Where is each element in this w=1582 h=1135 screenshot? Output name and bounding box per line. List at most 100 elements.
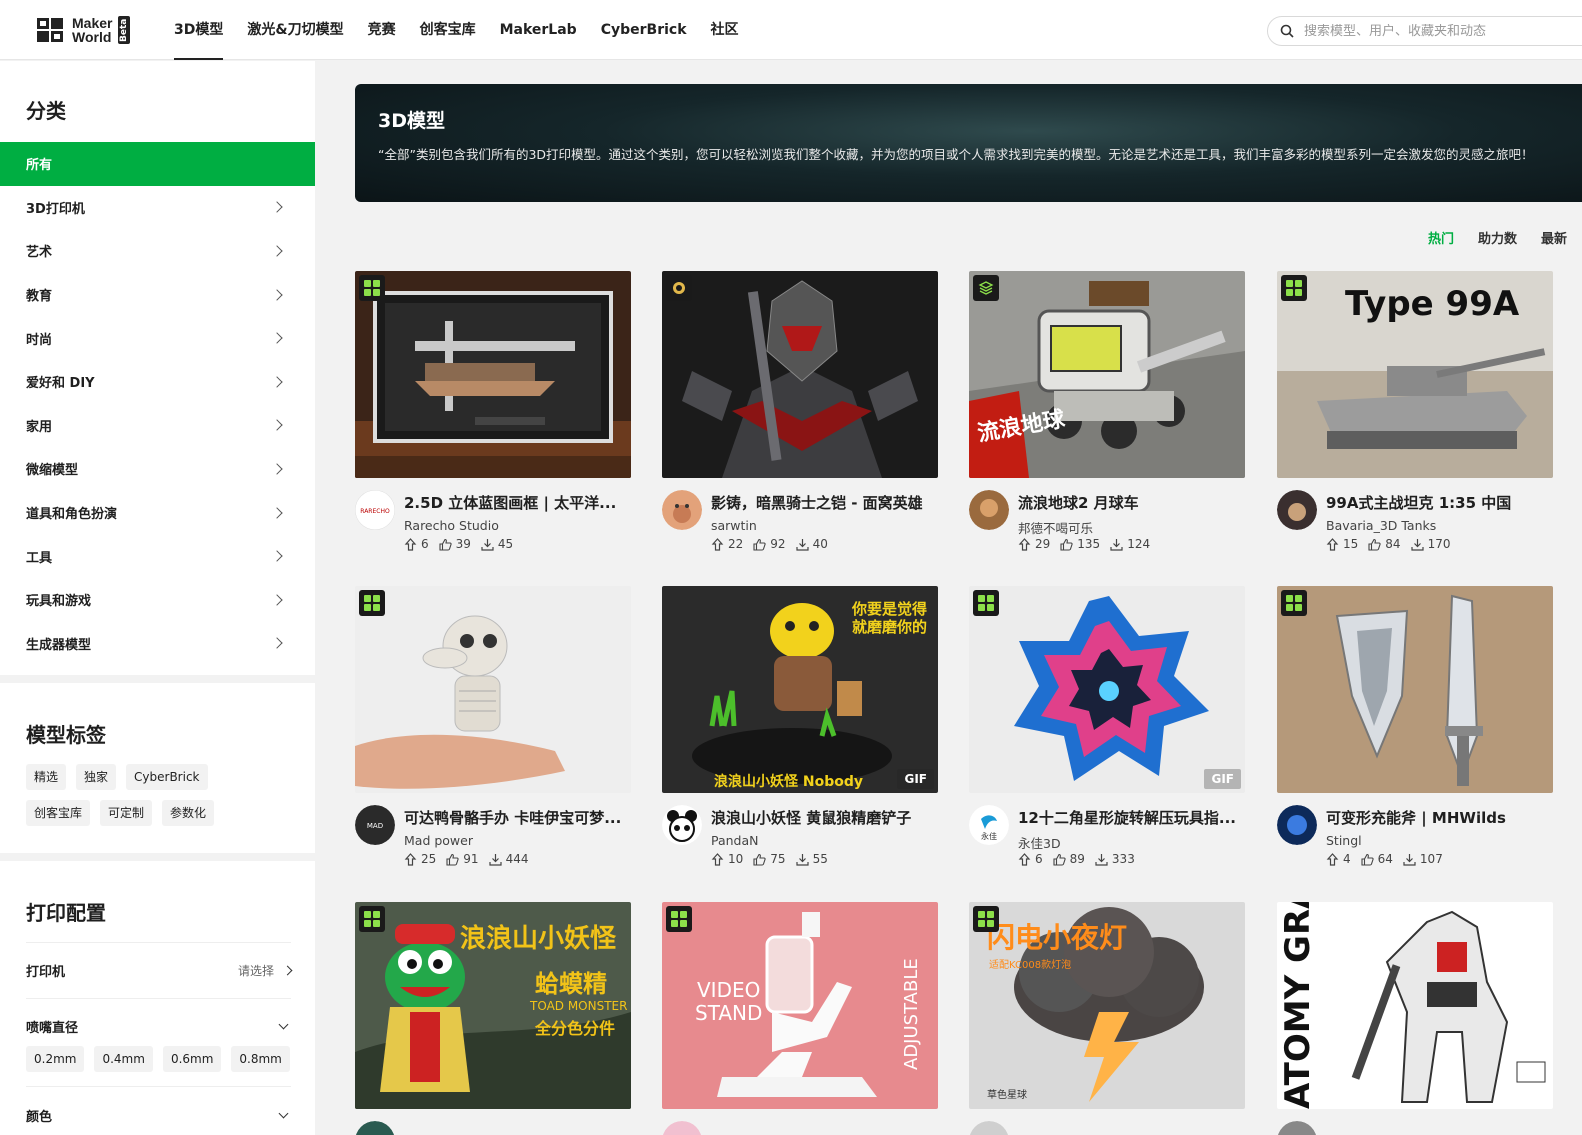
nozzle-0-4[interactable]: 0.4mm [94, 1046, 153, 1072]
category-item-hobby-diy[interactable]: 爱好和 DIY [0, 360, 315, 404]
model-thumbnail[interactable]: 你要是觉得 就磨磨你的 浪浪山小妖怪 Nobody GIF [662, 586, 938, 793]
model-card[interactable]: 你要是觉得 就磨磨你的 浪浪山小妖怪 Nobody GIF 浪浪山小妖怪 黄鼠狼… [662, 586, 938, 866]
category-item-art[interactable]: 艺术 [0, 229, 315, 273]
model-author[interactable]: 永佳3D [1018, 833, 1061, 852]
model-thumbnail[interactable] [662, 271, 938, 478]
avatar[interactable] [969, 1121, 1009, 1135]
avatar[interactable]: RARECHO [355, 490, 395, 530]
nozzle-0-2[interactable]: 0.2mm [26, 1046, 85, 1072]
sort-popular[interactable]: 热门 [1428, 228, 1454, 247]
weasel-monster-image: 你要是觉得 就磨磨你的 浪浪山小妖怪 Nobody [662, 586, 938, 793]
color-toggle[interactable]: 颜色 [26, 1087, 291, 1135]
nav-cyberbrick[interactable]: CyberBrick [601, 0, 687, 60]
model-author[interactable]: Bavaria_3D Tanks [1326, 518, 1436, 533]
download-count: 124 [1127, 537, 1151, 551]
model-title[interactable]: 12十二角星形旋转解压玩具指... [1018, 807, 1245, 828]
model-title[interactable]: 2.5D 立体蓝图画框 | 太平洋... [404, 492, 631, 513]
category-item-props-cosplay[interactable]: 道具和角色扮演 [0, 491, 315, 535]
model-author[interactable]: Rarecho Studio [404, 518, 499, 533]
category-item-household[interactable]: 家用 [0, 404, 315, 448]
tag-featured[interactable]: 精选 [26, 764, 67, 790]
model-author[interactable]: sarwtin [711, 518, 757, 533]
model-title[interactable]: 可达鸭骨骼手办 卡哇伊宝可梦... [404, 807, 631, 828]
model-author[interactable]: Stingl [1326, 833, 1362, 848]
model-thumbnail[interactable] [1277, 586, 1553, 793]
model-card[interactable]: 可变形充能斧 | MHWilds Stingl 4 64 107 [1277, 586, 1553, 866]
model-thumbnail[interactable] [355, 586, 631, 793]
model-thumbnail[interactable]: 浪浪山小妖怪 蛤蟆精 TOAD MONSTER 全分色分件 [355, 902, 631, 1109]
nozzle-0-8[interactable]: 0.8mm [231, 1046, 290, 1072]
model-author[interactable]: PandaN [711, 833, 759, 848]
avatar[interactable] [662, 805, 702, 845]
tank-label: Type 99A [1345, 284, 1520, 324]
like-count: 75 [770, 852, 786, 866]
avatar[interactable] [969, 490, 1009, 530]
avatar[interactable] [1277, 805, 1317, 845]
model-thumbnail[interactable]: GIF [969, 586, 1245, 793]
model-title[interactable]: 99A式主战坦克 1:35 中国 [1326, 492, 1553, 513]
avatar[interactable] [1277, 1121, 1317, 1135]
model-thumbnail[interactable]: Type 99A [1277, 271, 1553, 478]
tag-customizable[interactable]: 可定制 [100, 800, 153, 826]
avatar[interactable] [662, 1121, 702, 1135]
model-card[interactable]: Type 99A 99A式主战坦克 1:35 中国 Bavaria_3D Tan… [1277, 271, 1553, 551]
model-thumbnail[interactable]: 流浪地球 [969, 271, 1245, 478]
category-item-all[interactable]: 所有 [0, 142, 315, 186]
nav-contests[interactable]: 竞赛 [368, 0, 396, 60]
nav-maker-treasury[interactable]: 创客宝库 [420, 0, 476, 60]
nav-3d-models[interactable]: 3D模型 [174, 0, 224, 60]
search-box[interactable] [1267, 16, 1582, 46]
category-item-generators[interactable]: 生成器模型 [0, 622, 315, 666]
avatar[interactable]: MAD [355, 805, 395, 845]
category-item-education[interactable]: 教育 [0, 273, 315, 317]
sort-boosts[interactable]: 助力数 [1478, 228, 1517, 247]
nozzle-0-6[interactable]: 0.6mm [162, 1046, 222, 1072]
model-thumbnail[interactable] [355, 271, 631, 478]
model-card[interactable]: 闪电小夜灯 适配KC008款灯泡 草色星球 [969, 902, 1245, 1135]
tag-maker-treasury[interactable]: 创客宝库 [26, 800, 91, 826]
model-title[interactable]: 可变形充能斧 | MHWilds [1326, 807, 1553, 828]
avatar[interactable] [1277, 490, 1317, 530]
avatar[interactable] [355, 1121, 395, 1135]
model-card[interactable]: MAD 可达鸭骨骼手办 卡哇伊宝可梦... Mad power 25 91 44… [355, 586, 631, 866]
model-thumbnail[interactable]: ATOMY GRADE M [1277, 902, 1553, 1109]
tag-cyberbrick[interactable]: CyberBrick [126, 764, 208, 790]
printer-select[interactable]: 打印机 请选择 [26, 942, 293, 998]
category-item-3d-printers[interactable]: 3D打印机 [0, 186, 315, 230]
tag-parametric[interactable]: 参数化 [162, 800, 215, 826]
model-card[interactable]: VIDEO STAND ADJUSTABLE [662, 902, 938, 1135]
category-item-miniatures[interactable]: 微缩模型 [0, 447, 315, 491]
category-item-fashion[interactable]: 时尚 [0, 316, 315, 360]
model-author[interactable]: Mad power [404, 833, 473, 848]
model-card[interactable]: RARECHO 2.5D 立体蓝图画框 | 太平洋... Rarecho Stu… [355, 271, 631, 551]
model-title[interactable]: 浪浪山小妖怪 黄鼠狼精磨铲子 [711, 807, 938, 828]
chevron-right-icon [271, 550, 283, 562]
model-card[interactable]: 浪浪山小妖怪 蛤蟆精 TOAD MONSTER 全分色分件 [355, 902, 631, 1135]
logo-line1: Maker [72, 15, 113, 31]
model-card[interactable]: GIF 永佳 12十二角星形旋转解压玩具指... 永佳3D 6 89 333 [969, 586, 1245, 866]
avatar[interactable] [662, 490, 702, 530]
sort-newest[interactable]: 最新 [1541, 228, 1567, 247]
badge-icon [666, 906, 692, 932]
model-card[interactable]: 流浪地球 流浪地球2 月球车 邦德不喝可乐 29 135 124 [969, 271, 1245, 551]
avatar[interactable]: 永佳 [969, 805, 1009, 845]
model-title[interactable]: 影铸，暗黑骑士之铠 - 面窝英雄 [711, 492, 938, 513]
model-thumbnail[interactable]: 闪电小夜灯 适配KC008款灯泡 草色星球 [969, 902, 1245, 1109]
model-thumbnail[interactable]: VIDEO STAND ADJUSTABLE [662, 902, 938, 1109]
model-card[interactable]: 影铸，暗黑骑士之铠 - 面窝英雄 sarwtin 22 92 40 [662, 271, 938, 551]
search-input[interactable] [1304, 23, 1564, 39]
nav-laser-models[interactable]: 激光&刀切模型 [247, 0, 343, 60]
category-item-tools[interactable]: 工具 [0, 534, 315, 578]
chevron-right-icon [271, 245, 283, 257]
makerworld-logo[interactable]: Maker World Beta [36, 14, 131, 46]
model-title[interactable]: 流浪地球2 月球车 [1018, 492, 1245, 513]
thumbs-up-icon [1060, 538, 1073, 551]
nav-community[interactable]: 社区 [711, 0, 739, 60]
tag-exclusive[interactable]: 独家 [76, 764, 117, 790]
category-item-toys-games[interactable]: 玩具和游戏 [0, 578, 315, 622]
nav-makerlab[interactable]: MakerLab [500, 0, 577, 60]
model-stats: 29 135 124 [1018, 537, 1150, 551]
model-stats: 4 64 107 [1326, 852, 1443, 866]
model-author[interactable]: 邦德不喝可乐 [1018, 518, 1093, 537]
model-card[interactable]: ATOMY GRADE M [1277, 902, 1553, 1135]
